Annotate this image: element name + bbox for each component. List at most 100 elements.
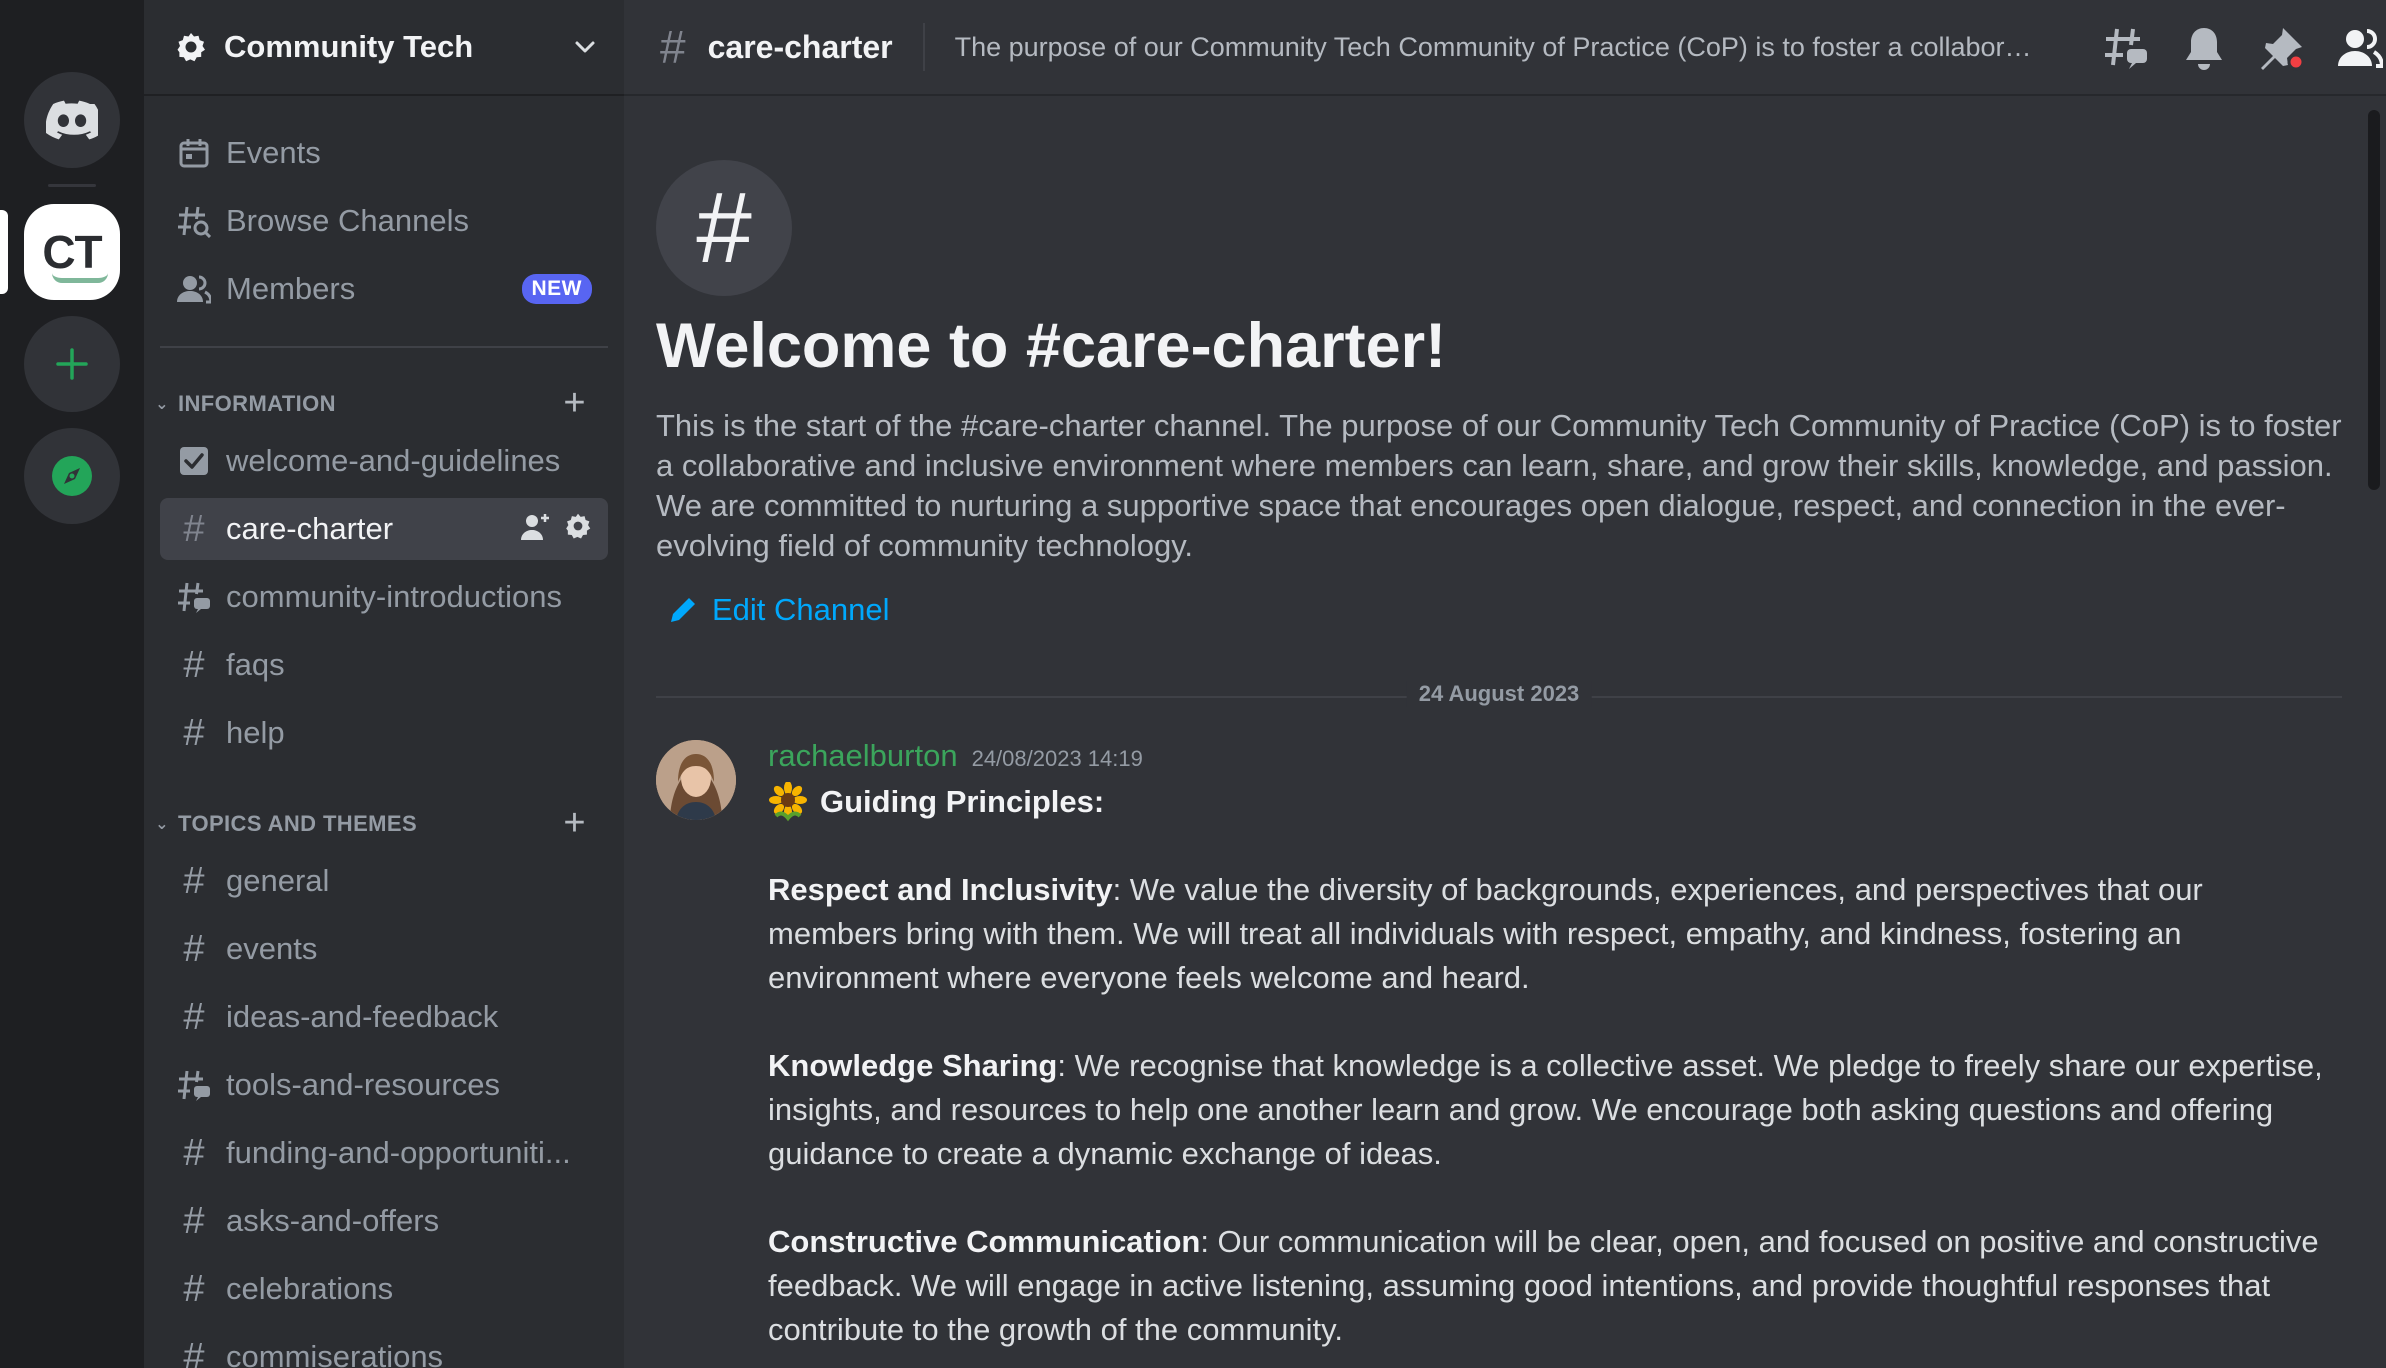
date-divider-label: 24 August 2023	[1406, 681, 1592, 707]
hash-icon: #	[183, 1336, 205, 1368]
channel-welcome-and-guidelines[interactable]: welcome-and-guidelines	[160, 430, 608, 492]
hash-icon: #	[660, 21, 686, 73]
rail-separator	[48, 184, 96, 187]
channel-name: help	[226, 715, 285, 750]
category-topics-and-themes[interactable]: ⌄ TOPICS AND THEMES +	[152, 804, 608, 844]
sidebar-item-label: Events	[226, 135, 321, 170]
server-name: Community Tech	[224, 29, 474, 64]
message-timestamp: 24/08/2023 14:19	[971, 746, 1143, 771]
chevron-down-icon: ⌄	[155, 396, 169, 413]
edit-channel-link[interactable]: Edit Channel	[668, 592, 890, 628]
avatar-image	[656, 740, 736, 820]
message-body: Guiding Principles: Respect and Inclusiv…	[768, 780, 2328, 1352]
sidebar-item-label: Members	[226, 271, 356, 306]
channel-events[interactable]: # events	[160, 918, 608, 980]
avatar[interactable]	[656, 740, 736, 820]
sidebar-divider	[160, 346, 608, 348]
channel-name: welcome-and-guidelines	[226, 443, 561, 478]
header-toolbar	[2074, 0, 2386, 96]
chevron-down-icon	[570, 32, 600, 62]
channel-faqs[interactable]: # faqs	[160, 634, 608, 696]
scrollbar[interactable]	[2368, 110, 2380, 490]
sidebar-item-members[interactable]: Members NEW	[160, 258, 608, 320]
channel-name: commiserations	[226, 1339, 444, 1368]
add-channel-plus-icon[interactable]: +	[563, 804, 586, 842]
channel-commiserations[interactable]: # commiserations	[160, 1326, 608, 1368]
server-logo: CT	[42, 225, 109, 283]
rules-checkbox-icon	[176, 443, 212, 479]
sunflower-emoji-icon	[769, 782, 807, 822]
members-icon	[176, 271, 212, 307]
discord-home-button[interactable]	[24, 72, 120, 168]
thread-hash-icon	[176, 579, 212, 615]
principle-title: Respect and Inclusivity	[768, 872, 1113, 907]
hash-icon: #	[183, 928, 205, 970]
member-list-icon[interactable]	[2334, 22, 2386, 74]
hash-icon: #	[183, 1268, 205, 1310]
pinned-messages-icon[interactable]	[2256, 22, 2308, 74]
channel-name: general	[226, 863, 330, 898]
principle-title: Constructive Communication	[768, 1224, 1201, 1259]
channel-community-introductions[interactable]: community-introductions	[160, 566, 608, 628]
date-divider: 24 August 2023	[656, 681, 2342, 707]
category-information[interactable]: ⌄ INFORMATION +	[152, 384, 608, 424]
message-header: rachaelburton 24/08/2023 14:19	[768, 738, 1143, 774]
invite-member-icon[interactable]	[520, 512, 550, 550]
server-header[interactable]: Community Tech	[144, 0, 624, 96]
sidebar-item-browse-channels[interactable]: Browse Channels	[160, 190, 608, 252]
channel-topic[interactable]: The purpose of our Community Tech Commun…	[955, 32, 2045, 63]
channel-asks-and-offers[interactable]: # asks-and-offers	[160, 1190, 608, 1252]
principle-paragraph: Constructive Communication: Our communic…	[768, 1220, 2328, 1352]
channel-settings-gear-icon[interactable]	[564, 512, 592, 550]
edit-channel-label: Edit Channel	[712, 592, 890, 627]
sidebar-item-label: Browse Channels	[226, 203, 469, 238]
channel-sidebar: Community Tech Events Browse Channels Me…	[144, 0, 624, 1368]
add-server-button[interactable]	[24, 316, 120, 412]
hash-icon: #	[183, 644, 205, 686]
channel-name: celebrations	[226, 1271, 394, 1306]
message-heading-text: Guiding Principles:	[820, 784, 1105, 819]
channel-title: care-charter	[707, 28, 893, 65]
hash-icon: #	[183, 996, 205, 1038]
channel-care-charter[interactable]: # care-charter	[160, 498, 608, 560]
channel-name: ideas-and-feedback	[226, 999, 499, 1034]
message-author[interactable]: rachaelburton	[768, 738, 958, 774]
header-divider	[922, 23, 925, 71]
hash-icon: #	[183, 860, 205, 902]
channel-help[interactable]: # help	[160, 702, 608, 764]
hash-icon: #	[183, 1200, 205, 1242]
channel-name: community-introductions	[226, 579, 562, 614]
sidebar-item-events[interactable]: Events	[160, 122, 608, 184]
notification-bell-icon[interactable]	[2178, 22, 2230, 74]
thread-hash-icon	[176, 1067, 212, 1103]
explore-servers-button[interactable]	[24, 428, 120, 524]
channel-name: events	[226, 931, 318, 966]
server-rail: CT	[0, 0, 144, 1368]
server-icon-community-tech[interactable]: CT	[24, 204, 120, 300]
selected-server-indicator	[0, 210, 8, 294]
channel-tools	[520, 512, 592, 550]
message-area: # Welcome to #care-charter! This is the …	[624, 96, 2386, 1368]
channel-name: faqs	[226, 647, 285, 682]
principle-title: Knowledge Sharing	[768, 1048, 1058, 1083]
compass-icon	[52, 456, 92, 496]
channel-celebrations[interactable]: # celebrations	[160, 1258, 608, 1320]
browse-channels-icon	[176, 203, 212, 239]
hash-icon: #	[183, 1132, 205, 1174]
hash-icon: #	[183, 712, 205, 754]
principle-paragraph: Knowledge Sharing: We recognise that kno…	[768, 1044, 2328, 1176]
channel-name: care-charter	[226, 511, 394, 546]
calendar-icon	[176, 135, 212, 171]
channel-ideas-and-feedback[interactable]: # ideas-and-feedback	[160, 986, 608, 1048]
channel-funding-and-opportunities[interactable]: # funding-and-opportuniti...	[160, 1122, 608, 1184]
channel-name: tools-and-resources	[226, 1067, 500, 1102]
channel-name: funding-and-opportuniti...	[226, 1135, 571, 1170]
channel-general[interactable]: # general	[160, 850, 608, 912]
category-label: TOPICS AND THEMES	[178, 811, 418, 836]
threads-icon[interactable]	[2100, 22, 2152, 74]
add-channel-plus-icon[interactable]: +	[563, 384, 586, 422]
pencil-icon	[671, 598, 695, 622]
welcome-description: This is the start of the #care-charter c…	[656, 408, 2342, 563]
channel-tools-and-resources[interactable]: tools-and-resources	[160, 1054, 608, 1116]
server-settings-icon	[174, 30, 208, 64]
